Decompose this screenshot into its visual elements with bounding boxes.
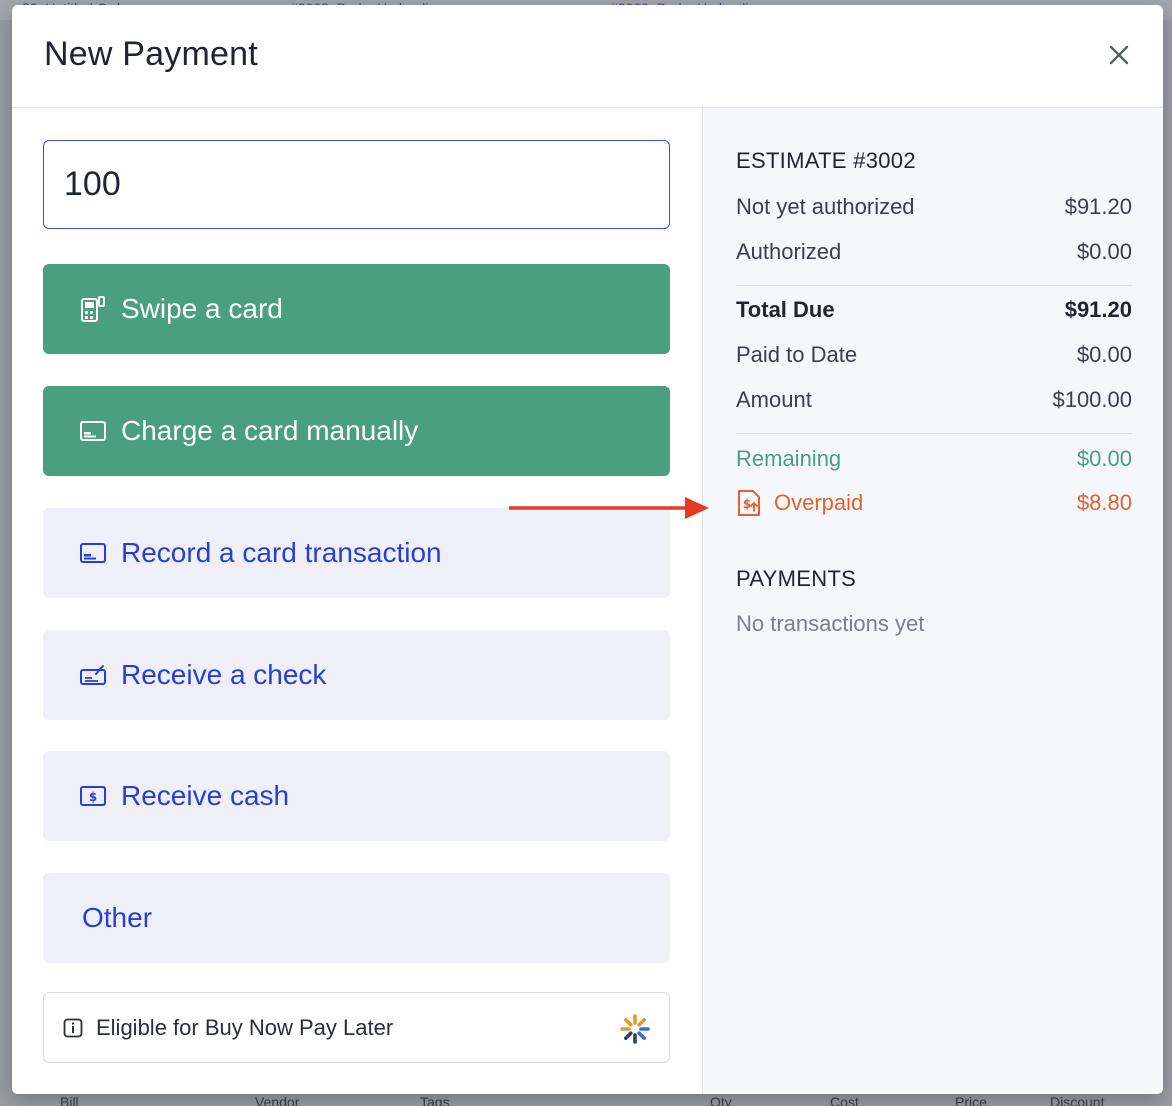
check-icon	[79, 661, 107, 689]
background-column: Price	[955, 1094, 987, 1106]
payments-title: PAYMENTS	[736, 566, 857, 591]
amount-input[interactable]	[43, 140, 670, 229]
background-column: Discount	[1050, 1094, 1105, 1106]
modal-header: New Payment	[12, 5, 1163, 108]
summary-label: Paid to Date	[736, 342, 858, 367]
summary-divider	[736, 433, 1132, 434]
charge-card-manually-button[interactable]: Charge a card manually	[43, 386, 670, 476]
financing-provider-logo-icon	[620, 1014, 650, 1044]
annotation-arrow-icon	[509, 497, 709, 519]
summary-value: $91.20	[1064, 194, 1132, 219]
summary-value: $0.00	[1076, 446, 1132, 471]
summary-row-not-yet-authorized: Not yet authorized $91.20	[736, 192, 1132, 222]
summary-label: Total Due	[736, 297, 835, 322]
summary-divider	[736, 285, 1132, 286]
background-column: Vendor	[255, 1094, 300, 1106]
summary-label: Not yet authorized	[736, 194, 915, 219]
new-payment-modal: New Payment Swipe a card	[12, 5, 1163, 1094]
credit-card-icon	[79, 539, 107, 567]
record-card-transaction-label: Record a card transaction	[121, 537, 442, 568]
credit-card-icon	[79, 417, 107, 445]
estimate-title: ESTIMATE #3002	[736, 148, 916, 173]
summary-value: $100.00	[1052, 387, 1132, 412]
summary-label: Amount	[736, 387, 812, 412]
card-reader-icon	[79, 295, 107, 323]
estimate-summary-pane: ESTIMATE #3002 Not yet authorized $91.20…	[702, 108, 1163, 1094]
close-button[interactable]	[1105, 41, 1133, 69]
summary-row-overpaid: $ Overpaid $8.80	[736, 488, 1132, 518]
buy-now-pay-later-label: Eligible for Buy Now Pay Later	[96, 1014, 394, 1040]
swipe-card-label: Swipe a card	[121, 293, 283, 324]
receive-cash-button[interactable]: $ Receive cash	[43, 751, 670, 841]
summary-label: Overpaid	[774, 490, 864, 515]
cash-icon: $	[79, 782, 107, 810]
other-payment-label: Other	[82, 902, 153, 933]
receive-check-button[interactable]: Receive a check	[43, 630, 670, 720]
close-icon	[1109, 45, 1129, 65]
summary-row-amount: Amount $100.00	[736, 385, 1132, 415]
background-column: Cost	[830, 1094, 859, 1106]
receive-cash-label: Receive cash	[121, 780, 290, 811]
summary-value: $8.80	[1076, 490, 1132, 515]
buy-now-pay-later-banner[interactable]: Eligible for Buy Now Pay Later	[43, 992, 670, 1063]
summary-value: $91.20	[1064, 297, 1132, 322]
charge-card-manually-label: Charge a card manually	[121, 415, 419, 446]
summary-label: Remaining	[736, 446, 842, 471]
background-column: Qty	[710, 1094, 732, 1106]
payments-empty-message: No transactions yet	[736, 611, 925, 636]
background-column: Tags	[420, 1094, 450, 1106]
summary-row-remaining: Remaining $0.00	[736, 444, 1132, 474]
svg-text:$: $	[743, 497, 751, 511]
overpaid-receipt-icon: $	[738, 490, 760, 516]
summary-row-paid-to-date: Paid to Date $0.00	[736, 340, 1132, 370]
modal-title: New Payment	[44, 35, 258, 73]
svg-text:$: $	[89, 790, 97, 804]
payment-methods-pane: Swipe a card Charge a card manually Reco…	[12, 108, 702, 1094]
summary-label: Authorized	[736, 239, 842, 264]
background-column: Bill	[60, 1094, 79, 1106]
info-icon	[62, 1017, 84, 1039]
background-table-header: Bill Vendor Tags Qty Cost Price Discount	[0, 1092, 1172, 1106]
receive-check-label: Receive a check	[121, 659, 327, 690]
summary-value: $0.00	[1076, 239, 1132, 264]
swipe-card-button[interactable]: Swipe a card	[43, 264, 670, 354]
summary-row-total-due: Total Due $91.20	[736, 295, 1132, 325]
summary-value: $0.00	[1076, 342, 1132, 367]
summary-row-authorized: Authorized $0.00	[736, 237, 1132, 267]
other-payment-button[interactable]: Other	[43, 873, 670, 963]
